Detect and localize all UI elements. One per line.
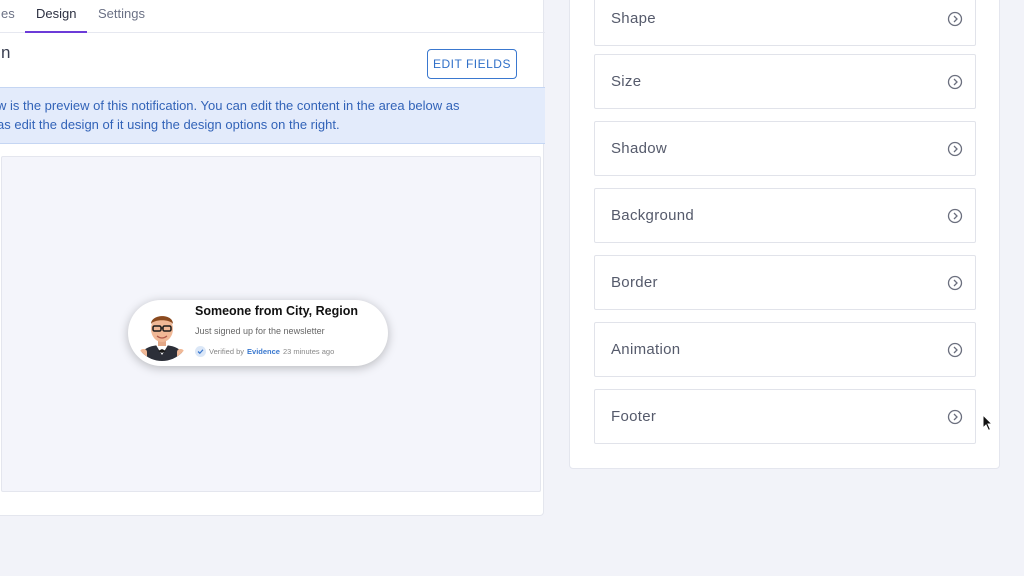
info-line-1: w is the preview of this notification. Y… xyxy=(0,98,460,113)
verified-by-text: Verified by xyxy=(209,347,245,356)
option-label: Shadow xyxy=(611,140,668,157)
notification-subtitle: Just signed up for the newsletter xyxy=(195,326,325,336)
main-panel: es Design Settings n EDIT FIELDS w is th… xyxy=(0,0,545,516)
option-label: Background xyxy=(611,207,695,224)
design-options-panel: Shape Size Shadow Background Border Anim… xyxy=(569,0,1000,469)
edit-fields-button[interactable]: EDIT FIELDS xyxy=(427,49,517,79)
option-shadow[interactable]: Shadow xyxy=(594,121,976,176)
tab-bar: es Design Settings xyxy=(0,1,545,33)
info-line-2: as edit the design of it using the desig… xyxy=(0,117,340,132)
option-label: Size xyxy=(611,73,642,90)
option-label: Border xyxy=(611,274,658,291)
chevron-right-icon xyxy=(947,141,963,157)
option-label: Shape xyxy=(611,10,656,27)
option-label: Animation xyxy=(611,341,681,358)
brand-name: Evidence xyxy=(247,347,280,356)
tab-settings[interactable]: Settings xyxy=(98,1,145,33)
chevron-right-icon xyxy=(947,11,963,27)
mouse-cursor-icon xyxy=(982,414,994,432)
check-icon xyxy=(195,346,206,357)
chevron-right-icon xyxy=(947,208,963,224)
notification-title: Someone from City, Region xyxy=(195,304,358,318)
option-background[interactable]: Background xyxy=(594,188,976,243)
notification-preview: Someone from City, Region Just signed up… xyxy=(128,300,388,366)
avatar xyxy=(134,305,190,361)
active-tab-indicator xyxy=(25,31,87,33)
chevron-right-icon xyxy=(947,74,963,90)
chevron-right-icon xyxy=(947,409,963,425)
tab-design[interactable]: Design xyxy=(36,1,76,33)
chevron-right-icon xyxy=(947,275,963,291)
option-size[interactable]: Size xyxy=(594,54,976,109)
tab-rules[interactable]: es xyxy=(1,1,15,33)
option-label: Footer xyxy=(611,408,657,425)
option-border[interactable]: Border xyxy=(594,255,976,310)
info-message: w is the preview of this notification. Y… xyxy=(0,87,545,144)
panel-title: n xyxy=(1,43,11,62)
time-ago: 23 minutes ago xyxy=(282,347,335,356)
option-footer[interactable]: Footer xyxy=(594,389,976,444)
option-shape[interactable]: Shape xyxy=(594,0,976,46)
chevron-right-icon xyxy=(947,342,963,358)
option-animation[interactable]: Animation xyxy=(594,322,976,377)
verification-line: Verified by Evidence 23 minutes ago xyxy=(195,346,334,357)
